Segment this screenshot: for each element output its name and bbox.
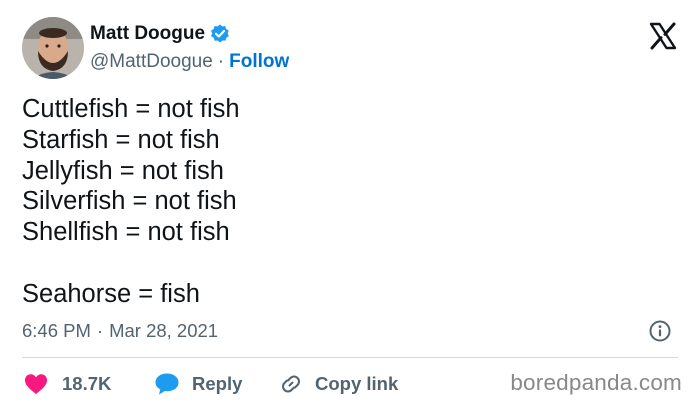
tweet-meta: 6:46 PM · Mar 28, 2021: [22, 318, 676, 344]
reply-label: Reply: [192, 373, 243, 394]
copy-link-button[interactable]: Copy link: [279, 372, 398, 396]
x-logo-icon[interactable]: [648, 21, 678, 51]
avatar[interactable]: [22, 17, 84, 79]
display-name[interactable]: Matt Doogue: [90, 23, 205, 45]
meta-separator: ·: [96, 320, 104, 341]
follow-button[interactable]: Follow: [229, 51, 289, 73]
heart-icon: [25, 374, 47, 394]
author-handle[interactable]: @MattDoogue: [90, 51, 213, 73]
copy-link-label: Copy link: [315, 373, 399, 394]
like-button[interactable]: 18.7K: [24, 373, 154, 395]
divider: [22, 357, 678, 358]
tweet-line: Cuttlefish = not fish: [22, 95, 240, 123]
like-count: 18.7K: [62, 373, 112, 394]
reply-bubble-icon: [155, 373, 179, 395]
tweet-time[interactable]: 6:46 PM: [22, 320, 91, 342]
tweet-header: Matt Doogue @MattDoogue · Follow: [22, 17, 682, 81]
reply-button[interactable]: Reply: [154, 372, 279, 396]
tweet-line: Shellfish = not fish: [22, 218, 230, 247]
handle-separator: ·: [217, 51, 225, 72]
tweet-line: Starfish = not fish: [22, 125, 220, 154]
link-icon: [282, 375, 300, 393]
tweet-text: Cuttlefish = not fish Starfish = not fis…: [22, 94, 672, 310]
tweet-line: Seahorse = fish: [22, 279, 200, 308]
tweet-line: Jellyfish = not fish: [22, 156, 224, 185]
info-icon[interactable]: [648, 319, 672, 343]
watermark: boredpanda.com: [510, 370, 682, 395]
author-names: Matt Doogue @MattDoogue · Follow: [90, 21, 289, 73]
tweet-line: Silverfish = not fish: [22, 187, 237, 216]
verified-badge-icon: [209, 23, 231, 45]
tweet-date[interactable]: Mar 28, 2021: [109, 320, 218, 342]
